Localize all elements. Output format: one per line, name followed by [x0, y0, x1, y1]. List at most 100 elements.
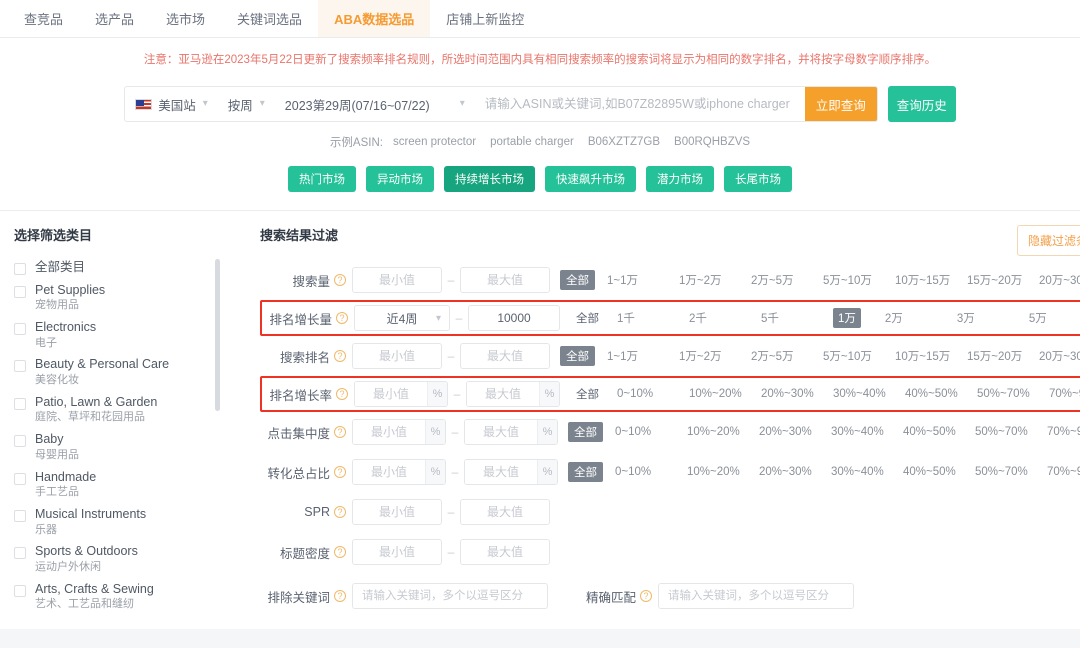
- filter-range-option[interactable]: 20%~30%: [761, 388, 833, 400]
- filter-range-option[interactable]: 30%~40%: [833, 388, 905, 400]
- filter-range-option[interactable]: 1千: [617, 310, 689, 326]
- marketplace-selector[interactable]: 美国站 ▾: [125, 87, 218, 121]
- example-asin-0[interactable]: screen protector: [393, 136, 476, 148]
- category-item[interactable]: Baby母婴用品: [14, 432, 234, 462]
- checkbox-category[interactable]: [14, 585, 26, 597]
- search-input[interactable]: [475, 87, 805, 121]
- filter-min-input[interactable]: [353, 460, 425, 484]
- tab-0[interactable]: 查竞品: [8, 0, 79, 37]
- checkbox-category[interactable]: [14, 398, 26, 410]
- tab-2[interactable]: 选市场: [150, 0, 221, 37]
- market-tag-3[interactable]: 快速飙升市场: [545, 166, 636, 192]
- checkbox-all-categories[interactable]: [14, 263, 26, 275]
- help-icon[interactable]: ?: [334, 466, 346, 478]
- filter-range-option[interactable]: 40%~50%: [903, 426, 975, 438]
- category-item[interactable]: Electronics电子: [14, 320, 234, 350]
- filter-range-option[interactable]: 10万~15万: [895, 348, 967, 364]
- filter-range-option[interactable]: 40%~50%: [903, 466, 975, 478]
- filter-max-input[interactable]: [460, 343, 550, 369]
- category-item[interactable]: Beauty & Personal Care美容化妆: [14, 357, 234, 387]
- filter-range-option[interactable]: 50%~70%: [975, 426, 1047, 438]
- filter-range-option[interactable]: 70%~90%: [1047, 466, 1080, 478]
- filter-range-option[interactable]: 3万: [957, 310, 1029, 326]
- filter-all-badge[interactable]: 全部: [570, 384, 605, 404]
- period-value-selector[interactable]: 2023第29周(07/16~07/22) ▾: [275, 87, 475, 121]
- filter-range-option[interactable]: 10%~20%: [687, 426, 759, 438]
- filter-min-pct[interactable]: %: [354, 381, 448, 407]
- category-item[interactable]: Patio, Lawn & Garden庭院、草坪和花园用品: [14, 395, 234, 425]
- filter-range-option[interactable]: 20万~30万: [1039, 272, 1080, 288]
- filter-range-option[interactable]: 5千: [761, 310, 833, 326]
- query-button[interactable]: 立即查询: [805, 87, 877, 121]
- filter-min-input[interactable]: [352, 499, 442, 525]
- exclude-keyword-input[interactable]: [352, 583, 548, 609]
- exact-match-input[interactable]: [658, 583, 854, 609]
- filter-max-input[interactable]: [465, 420, 537, 444]
- filter-min-input[interactable]: [355, 382, 427, 406]
- filter-range-option[interactable]: 30%~40%: [831, 466, 903, 478]
- filter-range-option[interactable]: 15万~20万: [967, 348, 1039, 364]
- checkbox-category[interactable]: [14, 435, 26, 447]
- category-item[interactable]: Arts, Crafts & Sewing艺术、工艺品和缝纫: [14, 582, 234, 612]
- filter-max-input[interactable]: [460, 267, 550, 293]
- filter-range-option[interactable]: 40%~50%: [905, 388, 977, 400]
- tab-5[interactable]: 店铺上新监控: [430, 0, 540, 37]
- help-icon[interactable]: ?: [334, 506, 346, 518]
- tab-4[interactable]: ABA数据选品: [318, 0, 430, 37]
- example-asin-1[interactable]: portable charger: [490, 136, 574, 148]
- help-icon[interactable]: ?: [334, 350, 346, 362]
- period-select[interactable]: 近4周▾: [354, 305, 450, 331]
- example-asin-2[interactable]: B06XZTZ7GB: [588, 136, 660, 148]
- example-asin-3[interactable]: B00RQHBZVS: [674, 136, 750, 148]
- help-icon[interactable]: ?: [640, 590, 652, 602]
- filter-min-pct[interactable]: %: [352, 419, 446, 445]
- filter-all-badge[interactable]: 全部: [568, 422, 603, 442]
- filter-range-option[interactable]: 1~1万: [607, 348, 679, 364]
- filter-max-input[interactable]: [460, 539, 550, 565]
- filter-range-option[interactable]: 70%~90%: [1047, 426, 1080, 438]
- filter-range-option[interactable]: 50%~70%: [977, 388, 1049, 400]
- filter-range-option[interactable]: 2千: [689, 310, 761, 326]
- category-item[interactable]: Handmade手工艺品: [14, 470, 234, 500]
- checkbox-category[interactable]: [14, 510, 26, 522]
- filter-range-option[interactable]: 1~1万: [607, 272, 679, 288]
- filter-range-option[interactable]: 15万~20万: [967, 272, 1039, 288]
- filter-range-option[interactable]: 20%~30%: [759, 426, 831, 438]
- filter-max-input[interactable]: [460, 499, 550, 525]
- filter-range-option[interactable]: 1万~2万: [679, 272, 751, 288]
- filter-range-option[interactable]: 50%~70%: [975, 466, 1047, 478]
- market-tag-4[interactable]: 潜力市场: [646, 166, 714, 192]
- filter-all-badge[interactable]: 全部: [570, 308, 605, 328]
- market-tag-2[interactable]: 持续增长市场: [444, 166, 535, 192]
- filter-range-option[interactable]: 20%~30%: [759, 466, 831, 478]
- filter-range-option[interactable]: 20万~30万: [1039, 348, 1080, 364]
- filter-range-option[interactable]: 1万~2万: [679, 348, 751, 364]
- filter-range-option[interactable]: 10%~20%: [687, 466, 759, 478]
- market-tag-1[interactable]: 异动市场: [366, 166, 434, 192]
- filter-min-input[interactable]: [352, 343, 442, 369]
- hide-filters-button[interactable]: 隐藏过滤条件 ▾: [1017, 225, 1080, 256]
- period-type-selector[interactable]: 按周 ▾: [218, 87, 275, 121]
- filter-min-input[interactable]: [352, 267, 442, 293]
- checkbox-category[interactable]: [14, 547, 26, 559]
- filter-all-badge[interactable]: 全部: [568, 462, 603, 482]
- category-item-all[interactable]: 全部类目: [14, 260, 234, 276]
- filter-range-option[interactable]: 0~10%: [615, 466, 687, 478]
- filter-max-input[interactable]: [465, 460, 537, 484]
- checkbox-category[interactable]: [14, 323, 26, 335]
- filter-range-option[interactable]: 30%~40%: [831, 426, 903, 438]
- filter-min-input[interactable]: [353, 420, 425, 444]
- category-item[interactable]: Musical Instruments乐器: [14, 507, 234, 537]
- help-icon[interactable]: ?: [334, 590, 346, 602]
- filter-min-pct[interactable]: %: [352, 459, 446, 485]
- filter-max-pct[interactable]: %: [466, 381, 560, 407]
- help-icon[interactable]: ?: [336, 388, 348, 400]
- filter-all-badge[interactable]: 全部: [560, 346, 595, 366]
- help-icon[interactable]: ?: [334, 274, 346, 286]
- filter-range-option[interactable]: 10%~20%: [689, 388, 761, 400]
- filter-range-option[interactable]: 70%~90%: [1049, 388, 1080, 400]
- filter-range-option[interactable]: 5万~10万: [823, 272, 895, 288]
- filter-max-pct[interactable]: %: [464, 419, 558, 445]
- checkbox-category[interactable]: [14, 473, 26, 485]
- filter-range-option[interactable]: 5万: [1029, 310, 1080, 326]
